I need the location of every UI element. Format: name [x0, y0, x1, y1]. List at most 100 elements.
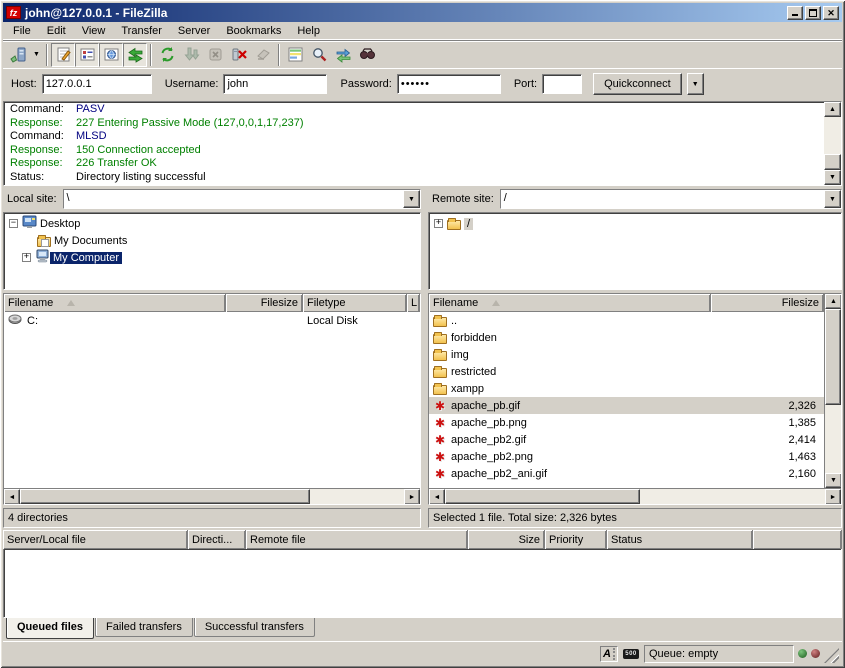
tree-item-root[interactable]: + /: [429, 215, 841, 232]
host-input[interactable]: [42, 74, 152, 94]
tab-successful-transfers[interactable]: Successful transfers: [194, 618, 315, 637]
cancel-operation-icon[interactable]: [203, 43, 227, 67]
resize-grip[interactable]: [824, 648, 839, 663]
menu-help[interactable]: Help: [289, 23, 328, 39]
column-header-server-local-file[interactable]: Server/Local file: [3, 530, 188, 549]
column-header-status[interactable]: Status: [607, 530, 753, 549]
toggle-local-tree-icon[interactable]: [75, 43, 99, 67]
remote-tree[interactable]: + /: [428, 212, 842, 290]
remote-site-combobox[interactable]: / ▼: [500, 189, 842, 209]
file-row[interactable]: C: Local Disk: [4, 312, 420, 329]
scrollbar-thumb[interactable]: [824, 154, 841, 170]
chevron-down-icon[interactable]: ▼: [403, 190, 420, 208]
column-header-filesize[interactable]: Filesize: [226, 294, 303, 312]
password-input[interactable]: [397, 74, 501, 94]
remote-horizontal-scrollbar[interactable]: ◄ ►: [429, 488, 841, 504]
column-header-direction[interactable]: Directi...: [188, 530, 246, 549]
column-header-filename[interactable]: Filename: [429, 294, 711, 312]
scroll-right-icon[interactable]: ►: [825, 489, 841, 505]
column-header-filesize[interactable]: Filesize: [711, 294, 824, 312]
filter-files-icon[interactable]: [307, 43, 331, 67]
remote-file-rows[interactable]: .. forbidden img restricted xampp ✱apach…: [429, 312, 824, 488]
directory-comparison-icon[interactable]: [283, 43, 307, 67]
reconnect-icon[interactable]: [251, 43, 275, 67]
column-header-remote-file[interactable]: Remote file: [246, 530, 468, 549]
image-file-icon: ✱: [433, 400, 447, 412]
file-row[interactable]: forbidden: [429, 329, 824, 346]
scroll-up-icon[interactable]: ▲: [825, 294, 841, 309]
local-site-combobox[interactable]: \ ▼: [63, 189, 421, 209]
file-row[interactable]: ✱apache_pb2_ani.gif2,160: [429, 465, 824, 482]
file-row[interactable]: ✱apache_pb2.gif2,414: [429, 431, 824, 448]
quickconnect-dropdown-icon[interactable]: ▼: [687, 73, 704, 95]
file-row[interactable]: restricted: [429, 363, 824, 380]
expand-icon[interactable]: +: [434, 219, 443, 228]
scroll-down-icon[interactable]: ▼: [825, 473, 841, 488]
close-button[interactable]: ✕: [823, 6, 839, 20]
file-row[interactable]: ✱apache_pb2.png1,463: [429, 448, 824, 465]
menu-bookmarks[interactable]: Bookmarks: [218, 23, 289, 39]
expand-icon[interactable]: +: [22, 253, 31, 262]
toggle-remote-tree-icon[interactable]: [99, 43, 123, 67]
password-label: Password:: [340, 78, 391, 90]
remote-site-value[interactable]: /: [501, 190, 824, 208]
tree-item-my-documents[interactable]: My Documents: [4, 232, 420, 249]
menu-edit[interactable]: Edit: [39, 23, 74, 39]
scroll-left-icon[interactable]: ◄: [429, 489, 445, 505]
chevron-down-icon[interactable]: ▼: [824, 190, 841, 208]
local-site-value[interactable]: \: [64, 190, 403, 208]
file-row[interactable]: xampp: [429, 380, 824, 397]
toggle-transfer-queue-icon[interactable]: [123, 43, 147, 67]
tab-queued-files[interactable]: Queued files: [6, 618, 94, 639]
scroll-right-icon[interactable]: ►: [404, 489, 420, 505]
tree-item-my-computer[interactable]: + My Computer: [4, 249, 420, 266]
remote-vertical-scrollbar[interactable]: ▲ ▼: [824, 294, 841, 488]
collapse-icon[interactable]: −: [9, 219, 18, 228]
speed-limit-icon[interactable]: 500: [622, 646, 640, 662]
log-text: Directory listing successful: [76, 171, 206, 185]
file-row[interactable]: img: [429, 346, 824, 363]
column-header-last-modified[interactable]: L: [407, 294, 420, 312]
queue-body[interactable]: [3, 549, 842, 618]
toggle-message-log-icon[interactable]: [51, 43, 75, 67]
local-tree[interactable]: − Desktop My Documents + My Computer: [3, 212, 421, 290]
column-header-filename[interactable]: Filename: [4, 294, 226, 312]
scroll-left-icon[interactable]: ◄: [4, 489, 20, 505]
port-input[interactable]: [542, 74, 582, 94]
tab-failed-transfers[interactable]: Failed transfers: [95, 618, 193, 637]
quickconnect-button[interactable]: Quickconnect: [593, 73, 682, 95]
disconnect-icon[interactable]: [227, 43, 251, 67]
site-manager-dropdown-icon[interactable]: ▼: [30, 43, 43, 67]
column-header-filetype[interactable]: Filetype: [303, 294, 407, 312]
column-header-priority[interactable]: Priority: [545, 530, 607, 549]
file-row[interactable]: ✱apache_pb.png1,385: [429, 414, 824, 431]
file-row[interactable]: ..: [429, 312, 824, 329]
local-horizontal-scrollbar[interactable]: ◄ ►: [4, 488, 420, 504]
tree-item-desktop[interactable]: − Desktop: [4, 215, 420, 232]
local-file-rows[interactable]: C: Local Disk: [4, 312, 420, 488]
transfer-type-icon[interactable]: A: [600, 646, 618, 662]
menu-server[interactable]: Server: [170, 23, 218, 39]
folder-icon: [433, 351, 447, 361]
message-log-body[interactable]: Command:PASV Response:227 Entering Passi…: [4, 102, 824, 185]
scroll-down-icon[interactable]: ▼: [824, 170, 841, 185]
scrollbar-thumb[interactable]: [445, 489, 640, 504]
maximize-button[interactable]: [805, 6, 821, 20]
file-row-selected[interactable]: ✱apache_pb.gif2,326: [429, 397, 824, 414]
menu-view[interactable]: View: [74, 23, 114, 39]
menu-file[interactable]: File: [5, 23, 39, 39]
menu-transfer[interactable]: Transfer: [113, 23, 170, 39]
synchronized-browsing-icon[interactable]: [331, 43, 355, 67]
panel-splitter[interactable]: [421, 189, 428, 528]
log-scrollbar[interactable]: ▲ ▼: [824, 102, 841, 185]
site-manager-icon[interactable]: [6, 43, 30, 67]
scrollbar-thumb[interactable]: [825, 309, 841, 405]
column-header-size[interactable]: Size: [468, 530, 545, 549]
find-files-icon[interactable]: [355, 43, 379, 67]
minimize-button[interactable]: [787, 6, 803, 20]
refresh-icon[interactable]: [155, 43, 179, 67]
scroll-up-icon[interactable]: ▲: [824, 102, 841, 117]
scrollbar-thumb[interactable]: [20, 489, 310, 504]
process-queue-icon[interactable]: [179, 43, 203, 67]
username-input[interactable]: [223, 74, 327, 94]
